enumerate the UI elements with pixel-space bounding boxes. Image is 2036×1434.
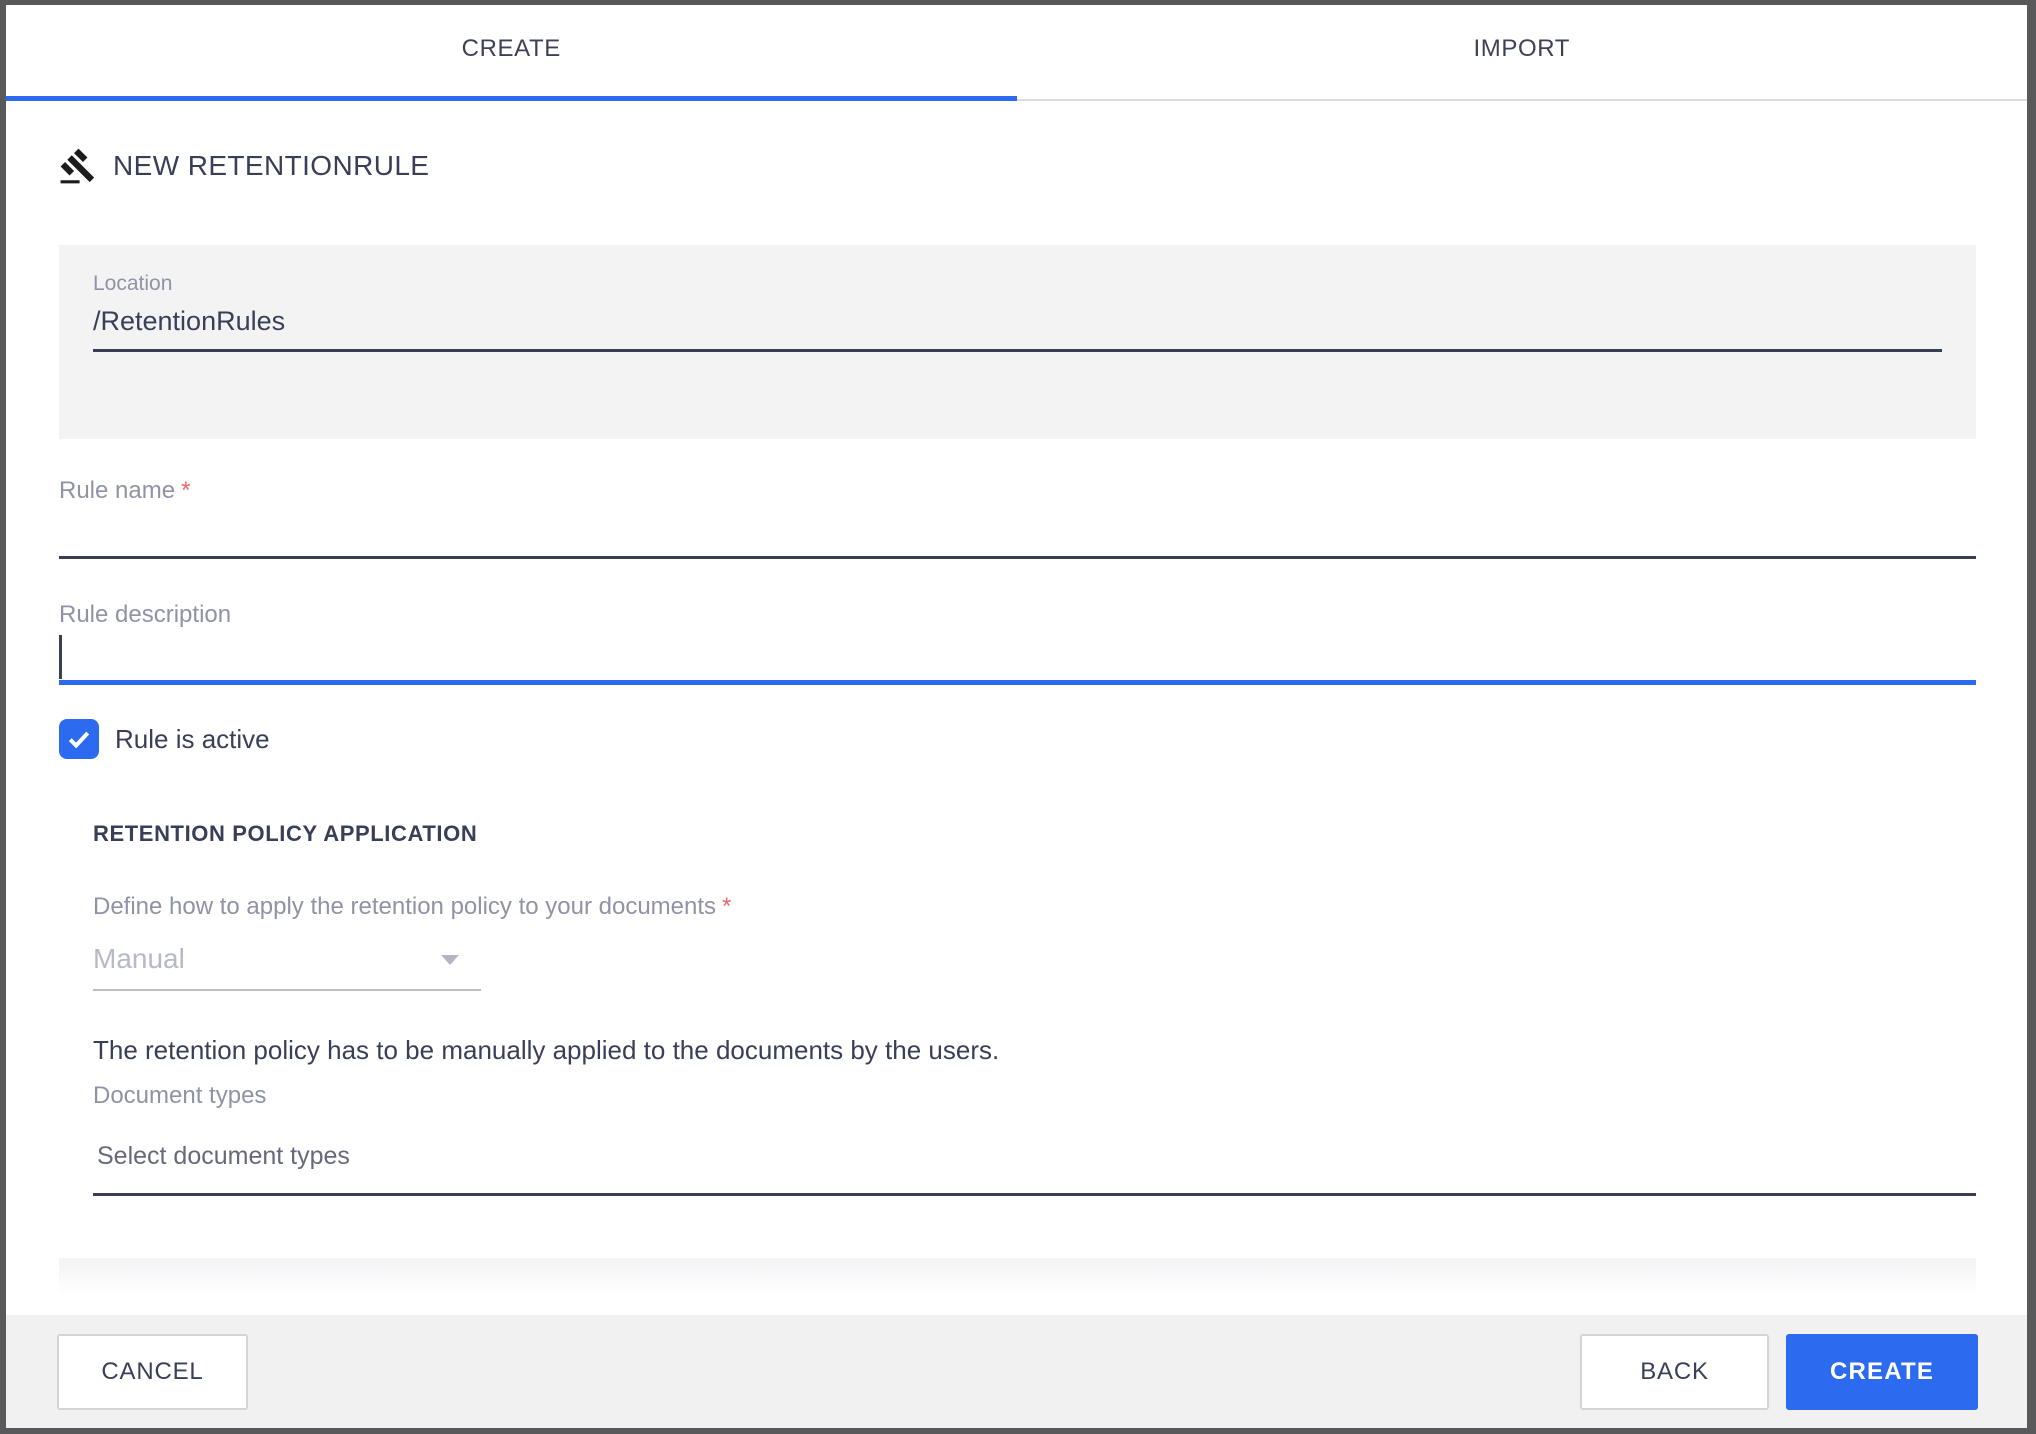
active-tab-indicator xyxy=(6,96,1017,101)
rule-description-input[interactable] xyxy=(59,629,1976,685)
location-label: Location xyxy=(93,272,173,295)
rule-active-label: Rule is active xyxy=(115,723,270,754)
rule-active-row: Rule is active xyxy=(59,719,1976,759)
retention-rule-dialog: { "tabs": { "create": "CREATE", "import"… xyxy=(0,0,2036,1434)
chevron-down-icon xyxy=(441,955,459,965)
page-title: NEW RETENTIONRULE xyxy=(113,150,430,181)
cancel-button[interactable]: CANCEL xyxy=(57,1333,248,1410)
location-field-box: Location /RetentionRules xyxy=(59,245,1976,439)
rule-name-input[interactable] xyxy=(59,505,1976,559)
retention-policy-section: RETENTION POLICY APPLICATION Define how … xyxy=(59,821,1976,1196)
apply-method-dropdown[interactable]: Manual xyxy=(93,943,481,991)
dialog-header: NEW RETENTIONRULE xyxy=(59,147,1976,185)
location-input[interactable]: /RetentionRules xyxy=(93,306,1942,352)
dialog-content: NEW RETENTIONRULE Location /RetentionRul… xyxy=(6,147,2027,1296)
create-button[interactable]: CREATE xyxy=(1786,1333,1978,1410)
checkmark-icon xyxy=(68,731,90,749)
apply-method-label-text: Define how to apply the retention policy… xyxy=(93,893,717,920)
required-marker: * xyxy=(722,893,732,920)
apply-method-label: Define how to apply the retention policy… xyxy=(93,893,1976,921)
apply-method-selected-value: Manual xyxy=(93,943,185,974)
rule-active-checkbox[interactable] xyxy=(59,719,99,759)
section-title: RETENTION POLICY APPLICATION xyxy=(93,821,478,846)
document-types-placeholder: Select document types xyxy=(97,1142,350,1170)
section-fade-divider xyxy=(59,1258,1976,1296)
document-types-label: Document types xyxy=(93,1082,267,1109)
gavel-icon xyxy=(59,147,97,185)
rule-name-label-text: Rule name xyxy=(59,477,176,504)
back-button[interactable]: BACK xyxy=(1580,1333,1769,1410)
required-marker: * xyxy=(181,477,191,504)
dialog-tabbar: CREATE IMPORT xyxy=(6,5,2027,101)
apply-method-help-text: The retention policy has to be manually … xyxy=(93,1035,1000,1065)
dialog-footer: CANCEL BACK CREATE xyxy=(6,1315,2027,1428)
create-retention-rule-dialog: CREATE IMPORT NEW RETENTIONRULE Location… xyxy=(6,5,2027,1428)
rule-name-label: Rule name * xyxy=(59,477,1976,505)
tab-create[interactable]: CREATE xyxy=(6,5,1017,99)
rule-description-label: Rule description xyxy=(59,601,232,628)
tab-import[interactable]: IMPORT xyxy=(1017,5,2028,99)
text-cursor xyxy=(59,635,62,679)
document-types-input[interactable]: Select document types xyxy=(93,1142,1976,1196)
